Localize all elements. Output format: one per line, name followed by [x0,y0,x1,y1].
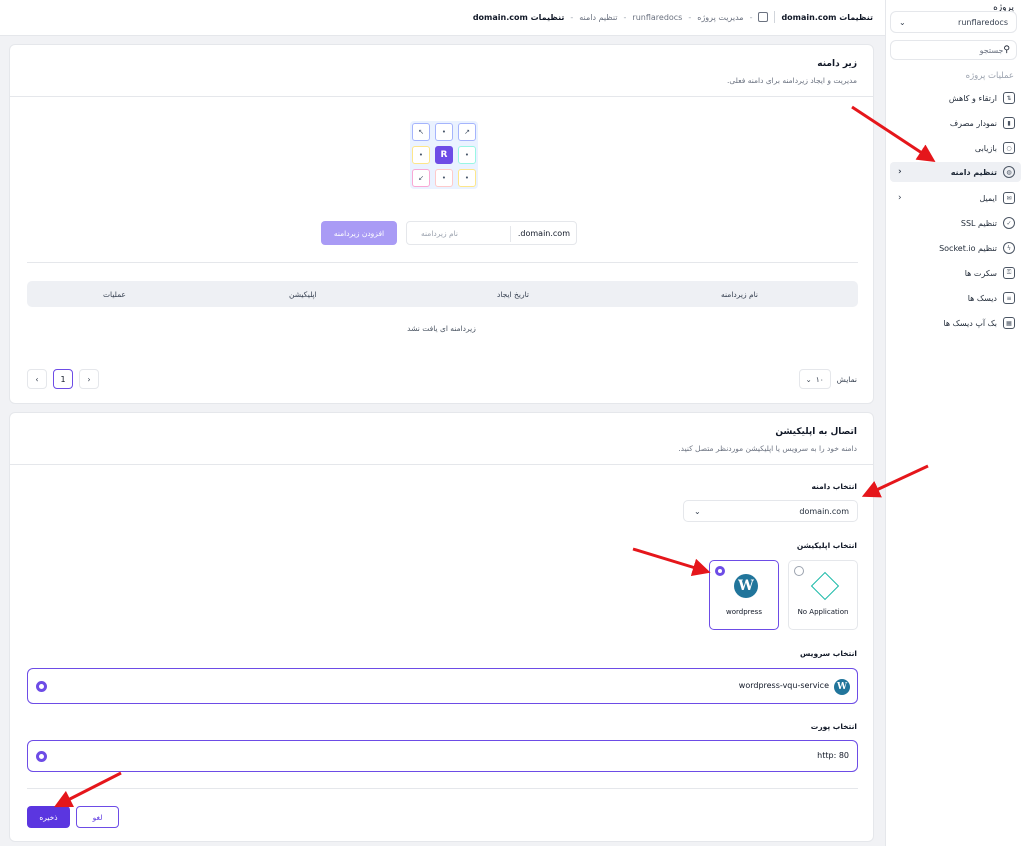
dot-icon: • [458,146,476,164]
chevron-down-icon: ⌄ [899,17,906,27]
app-select-label: انتخاب اپلیکیشن [796,541,857,550]
next-page-button[interactable]: › [79,369,99,389]
chevron-left-icon: ‹ [898,167,902,177]
breadcrumb-project-management[interactable]: مدیریت پروژه [697,13,743,22]
chevron-down-icon: ⌄ [694,506,701,516]
top-bar: تنظیمات domain.com - مدیریت پروژه - runf… [0,0,885,36]
sidebar-item-secrets[interactable]: ⚿ سکرت ها [890,263,1021,283]
column-application: اپلیکیشن [289,290,317,299]
column-created-date: تاریخ ایجاد [497,290,529,299]
page-title: تنظیمات domain.com [781,12,873,22]
wordpress-icon: W [834,679,850,695]
sidebar-item-socketio[interactable]: ϟ تنظیم Socket.io [890,238,1021,258]
subdomain-title: زیر دامنه [817,59,857,69]
app-option-no-application[interactable]: No Application [788,560,858,630]
column-subdomain-name: نام زیردامنه [721,290,758,299]
radio-button[interactable] [36,751,47,762]
app-option-wordpress[interactable]: W wordpress [709,560,779,630]
arrow-icon: ↖ [412,123,430,141]
save-button[interactable]: ذخیره [27,806,70,828]
table-header: نام زیردامنه تاریخ ایجاد اپلیکیشن عملیات [27,281,858,307]
home-icon[interactable] [758,12,769,22]
sidebar-item-email[interactable]: ✉ ایمیل ‹ [890,188,1021,208]
subdomain-form: افزودن زیردامنه .domain.com نام زیردامنه [321,221,577,245]
key-icon: ⚿ [1003,267,1015,279]
sidebar-item-domain-settings[interactable]: ◍ تنظیم دامنه ‹ [890,162,1021,182]
radio-button[interactable] [36,681,47,692]
service-select-label: انتخاب سرویس [800,649,857,658]
subdomain-input[interactable]: .domain.com نام زیردامنه [406,221,577,245]
chevron-left-icon: ‹ [898,193,902,203]
domain-select[interactable]: domain.com ⌄ [683,500,858,522]
subdomain-subtitle: مدیریت و ایجاد زیردامنه برای دامنه فعلی. [727,76,857,85]
connect-subtitle: دامنه خود را به سرویس یا اپلیکیشن موردنظ… [678,444,857,453]
search-icon: ⚲ [1003,45,1010,55]
dot-icon: • [458,169,476,187]
cancel-button[interactable]: لغو [76,806,119,828]
dot-icon: • [435,123,453,141]
breadcrumb-domain-settings[interactable]: تنظیم دامنه [579,13,617,22]
project-select[interactable]: runflaredocs ⌄ [890,11,1017,33]
service-value: wordpress-vqu-service [738,681,829,690]
column-actions: عملیات [103,290,126,299]
sidebar-item-ssl[interactable]: ✓ تنظیم SSL [890,213,1021,233]
radio-button[interactable] [794,566,804,576]
chart-icon: ▮ [1003,117,1015,129]
globe-icon: ◍ [1003,166,1015,178]
port-select-label: انتخاب پورت [810,722,857,731]
restore-icon: ○ [1003,142,1015,154]
arrow-icon: ↗ [458,123,476,141]
service-option[interactable]: W wordpress-vqu-service [27,668,858,704]
chevron-down-icon: ⌄ [805,374,812,384]
mail-icon: ✉ [1003,192,1015,204]
breadcrumb-project[interactable]: runflaredocs [632,13,682,22]
disk-icon: ≡ [1003,292,1015,304]
prev-page-button[interactable]: ‹ [27,369,47,389]
upgrade-icon: ⇅ [1003,92,1015,104]
search-input[interactable]: ⚲ جستجو [890,40,1017,60]
socket-icon: ϟ [1003,242,1015,254]
port-option[interactable]: http: 80 [27,740,858,772]
subdomain-card: زیر دامنه مدیریت و ایجاد زیردامنه برای د… [9,44,874,404]
logo-r-icon: R [435,146,453,164]
radio-button[interactable] [715,566,725,576]
shield-check-icon: ✓ [1003,217,1015,229]
arrow-icon: ↙ [412,169,430,187]
empty-state: زیردامنه ای یافت نشد [407,324,476,333]
project-select-value: runflaredocs [958,17,1008,27]
per-page-select[interactable]: ۱۰ ⌄ [798,369,831,389]
per-page-control: نمایش ۱۰ ⌄ [798,369,857,389]
dot-icon: • [412,146,430,164]
domain-suffix: .domain.com [517,228,570,238]
wordpress-icon: W [734,574,758,598]
domain-select-label: انتخاب دامنه [811,482,858,491]
breadcrumb-current: تنظیمات domain.com [472,12,565,22]
sidebar-item-restore[interactable]: ○ بازیابی [890,138,1021,158]
sidebar-item-disk-backup[interactable]: ▦ بک آپ دیسک ها [890,313,1021,333]
breadcrumb: تنظیمات domain.com - مدیریت پروژه - runf… [472,11,873,23]
domain-select-value: domain.com [799,506,849,516]
sidebar-section-title: عملیات پروژه [965,71,1014,81]
add-subdomain-button[interactable]: افزودن زیردامنه [321,221,397,245]
sidebar-item-disks[interactable]: ≡ دیسک ها [890,288,1021,308]
sidebar-item-upgrade[interactable]: ⇅ ارتقاء و کاهش [890,88,1021,108]
subdomain-illustration: ↖ • ↗ • R • ↙ • • [410,121,478,189]
connect-title: اتصال به اپلیکیشن [775,427,857,437]
page-button[interactable]: 1 [53,369,73,389]
sidebar-item-usage-chart[interactable]: ▮ نمودار مصرف [890,113,1021,133]
sidebar: پروژه runflaredocs ⌄ ⚲ جستجو عملیات پروژ… [885,0,1024,846]
subdomain-placeholder: نام زیردامنه [421,228,458,238]
port-value: http: 80 [817,751,849,760]
search-placeholder: جستجو [979,45,1004,55]
show-label: نمایش [836,374,857,384]
backup-icon: ▦ [1003,317,1015,329]
pagination: ‹ 1 › [27,369,99,389]
no-application-icon [810,571,840,601]
dot-icon: • [435,169,453,187]
connect-app-card: اتصال به اپلیکیشن دامنه خود را به سرویس … [9,412,874,842]
